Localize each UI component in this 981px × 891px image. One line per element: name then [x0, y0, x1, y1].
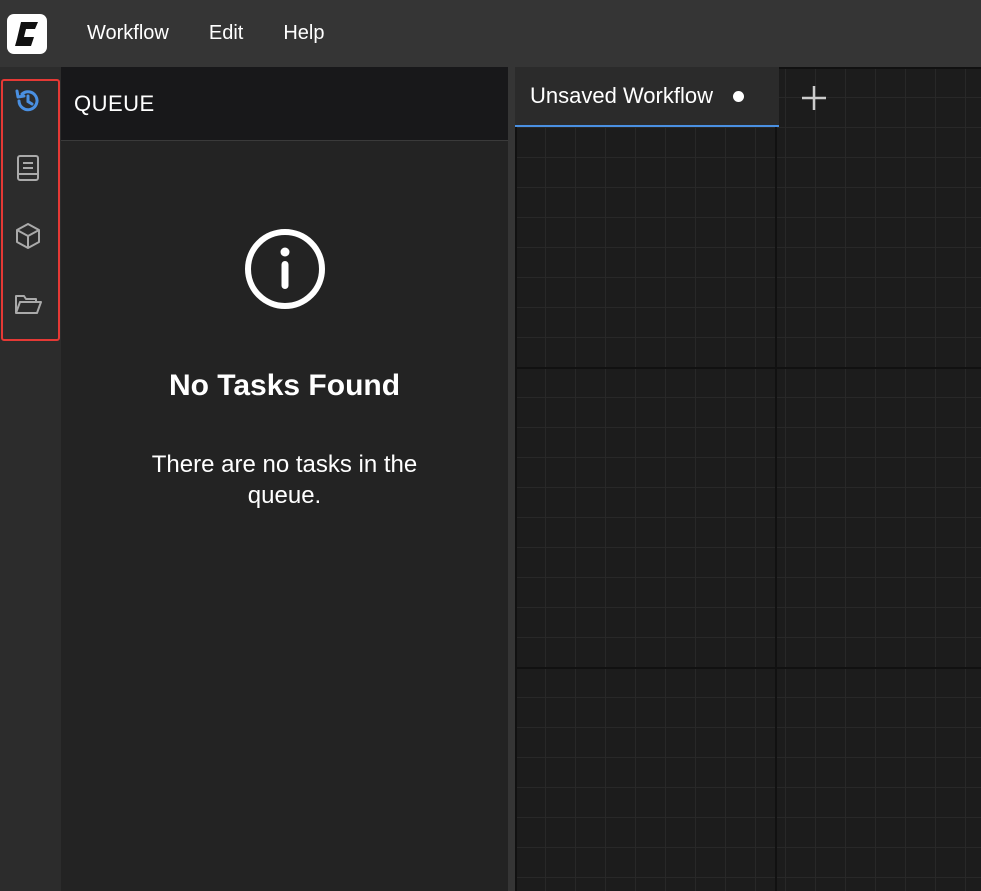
sidebar-item-queue[interactable]: [8, 81, 48, 121]
app-logo[interactable]: [7, 13, 47, 54]
panel-title: QUEUE: [74, 90, 155, 116]
tab-unsaved-workflow[interactable]: Unsaved Workflow: [515, 67, 779, 127]
queue-panel-header: QUEUE: [61, 67, 508, 141]
panel-splitter[interactable]: [508, 67, 515, 891]
book-icon: [17, 155, 39, 181]
menu-workflow[interactable]: Workflow: [67, 0, 189, 67]
plus-icon: [802, 86, 826, 110]
sidebar-item-library[interactable]: [8, 148, 48, 188]
menu-edit[interactable]: Edit: [189, 0, 263, 67]
sidebar-rail: [0, 67, 61, 891]
history-icon: [15, 89, 39, 112]
tab-label: Unsaved Workflow: [530, 83, 713, 108]
menu-bar: Workflow Edit Help: [0, 0, 981, 67]
empty-state: No Tasks Found There are no tasks in the…: [61, 227, 508, 511]
info-icon: [244, 229, 325, 309]
folder-open-icon: [15, 295, 42, 314]
queue-panel: QUEUE No Tasks Found There are no tasks …: [61, 67, 508, 891]
logo-icon: [15, 21, 38, 46]
sidebar-item-workflows[interactable]: [8, 284, 48, 324]
add-tab-button[interactable]: [796, 80, 832, 116]
app-window: Workflow Edit Help QUEUE No Tasks Found …: [0, 0, 981, 891]
sidebar-item-models[interactable]: [8, 216, 48, 256]
empty-state-message: There are no tasks in the queue.: [151, 451, 418, 509]
empty-state-title: No Tasks Found: [168, 369, 401, 402]
cube-icon: [16, 223, 40, 249]
workflow-canvas[interactable]: [515, 67, 981, 891]
menu-help[interactable]: Help: [263, 0, 344, 67]
unsaved-indicator-icon: [733, 90, 744, 102]
